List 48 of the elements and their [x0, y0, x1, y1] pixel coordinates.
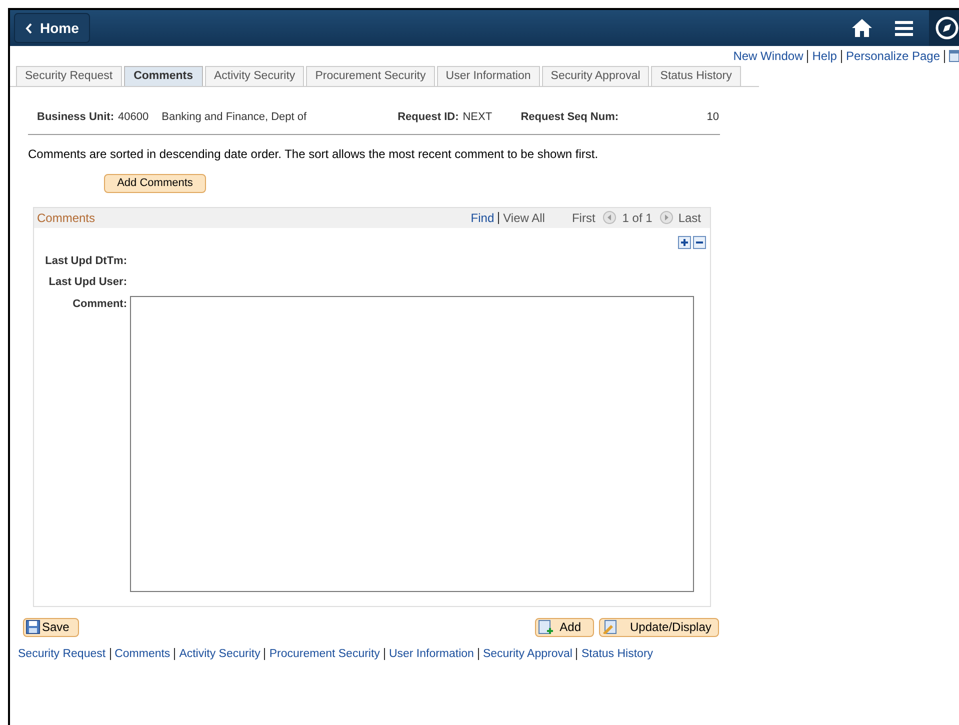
field-label: Last Upd User:	[48, 275, 127, 290]
view-all-link[interactable]: View All	[503, 208, 545, 226]
add-button[interactable]: Add	[534, 618, 594, 636]
field-label: Request Seq Num:	[520, 110, 619, 125]
field-label: Comment:	[72, 296, 127, 312]
field-label: Business Unit:	[37, 110, 114, 125]
home-icon[interactable]	[851, 18, 873, 38]
header-link[interactable]: Personalize Page	[846, 47, 940, 65]
footer-link[interactable]: Status History	[581, 646, 654, 663]
pencil-document-icon	[602, 620, 618, 634]
panel-title: Comments	[37, 210, 96, 226]
header-link[interactable]: Help	[812, 47, 837, 65]
footer-link[interactable]: Comments	[114, 646, 170, 663]
tab[interactable]: Status History	[651, 66, 741, 86]
field-label: Last Upd DtTm:	[44, 254, 127, 268]
tab[interactable]: Security Approval	[542, 66, 650, 86]
field-value: 40600	[118, 110, 149, 125]
comment-field[interactable]	[130, 296, 694, 592]
info-text: Comments are sorted in descending date order. The sort allows the most recent comment to be shown first.	[28, 146, 600, 162]
compass-icon	[935, 16, 959, 40]
chevron-left-icon	[25, 22, 32, 34]
header-link[interactable]: New Window	[733, 47, 804, 65]
tab[interactable]: Procurement Security	[306, 66, 435, 86]
add-document-icon	[538, 620, 554, 634]
find-link[interactable]: Find	[470, 208, 494, 226]
footer-link[interactable]: Security Approval	[482, 646, 572, 663]
tab[interactable]: Security Request	[16, 66, 122, 86]
menu-icon[interactable]	[895, 20, 913, 36]
footer-link[interactable]: Activity Security	[179, 646, 260, 663]
row-counter: 1 of 1	[622, 210, 652, 226]
calendar-icon[interactable]	[949, 50, 959, 62]
field-value: NEXT	[462, 110, 494, 125]
footer-link[interactable]: User Information	[388, 646, 474, 663]
tab[interactable]: Comments	[124, 66, 204, 86]
footer-link[interactable]: Security Request	[18, 646, 106, 663]
field-label: Request ID:	[398, 110, 459, 125]
add-row-icon[interactable]	[678, 236, 691, 248]
field-value: 10	[706, 110, 720, 125]
add-comments-button[interactable]: Add Comments	[104, 174, 206, 192]
tab[interactable]: Activity Security	[205, 66, 304, 86]
footer-link[interactable]: Procurement Security	[269, 646, 380, 663]
save-button[interactable]: Save	[23, 618, 80, 636]
delete-row-icon[interactable]	[693, 236, 706, 248]
home-back-button[interactable]: Home	[14, 13, 90, 43]
compass-button[interactable]	[929, 10, 959, 46]
update-display-button[interactable]: Update/Display	[599, 618, 719, 636]
field-value: Banking and Finance, Dept of	[162, 110, 308, 125]
tab[interactable]: User Information	[436, 66, 540, 86]
